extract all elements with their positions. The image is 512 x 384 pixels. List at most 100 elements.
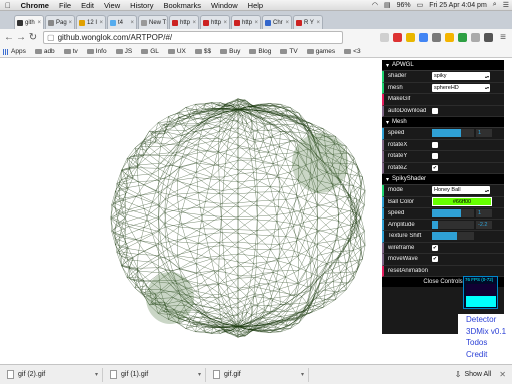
clock[interactable]: Fri 25 Apr 4:04 pm (426, 2, 490, 9)
bookmark-folder[interactable]: $$ (194, 48, 211, 55)
link-todos[interactable]: Todos (458, 337, 512, 349)
rotatey-checkbox[interactable] (432, 153, 438, 160)
close-tab-icon[interactable]: × (37, 20, 41, 26)
tab-label: Pag (56, 19, 67, 26)
menu-bookmarks[interactable]: Bookmarks (158, 1, 206, 10)
bookmark-folder[interactable]: <3 (344, 48, 361, 55)
close-tab-icon[interactable]: × (254, 20, 258, 26)
folder-spikyshader[interactable]: SpikyShader (382, 174, 504, 185)
tab-label: New T (149, 19, 167, 26)
dropdown-arrow-icon[interactable]: ▾ (301, 371, 304, 378)
extension-icon[interactable] (393, 33, 402, 42)
menu-app-name[interactable]: Chrome (16, 1, 54, 10)
tab[interactable]: t4 × (107, 15, 137, 29)
menu-icon[interactable]: ≡ (497, 32, 509, 43)
menu-history[interactable]: History (125, 1, 158, 10)
tab[interactable]: http × (200, 15, 230, 29)
makegif-button[interactable]: MakeGif (382, 94, 504, 106)
forward-arrow-icon[interactable]: → (15, 32, 27, 43)
extension-icon[interactable] (484, 33, 493, 42)
wireframe-checkbox[interactable]: ✔ (432, 244, 438, 251)
extension-icon[interactable] (406, 33, 415, 42)
bookmark-folder[interactable]: TV (280, 48, 298, 55)
extension-icon[interactable] (445, 33, 454, 42)
mesh-speed-slider[interactable] (432, 129, 474, 138)
close-tab-icon[interactable]: × (68, 20, 72, 26)
rotatex-checkbox[interactable] (432, 141, 438, 148)
bookmark-folder[interactable]: games (306, 48, 335, 55)
spotlight-search-icon[interactable]: ⌕ (490, 1, 500, 9)
extension-icon[interactable] (458, 33, 467, 42)
tab[interactable]: Chr × (262, 15, 292, 29)
download-item[interactable]: gif (1).gif ▾ (107, 367, 206, 382)
download-item[interactable]: gif.gif ▾ (210, 367, 309, 382)
show-all-downloads-button[interactable]: ⇩ Show All (455, 370, 492, 379)
autodownload-checkbox[interactable] (432, 107, 438, 114)
close-tab-icon[interactable]: × (192, 20, 196, 26)
notification-center-icon[interactable]: ☰ (500, 1, 512, 9)
movewave-checkbox[interactable]: ✔ (432, 256, 438, 263)
mesh-speed-value[interactable]: 1 (476, 129, 492, 138)
bookmark-folder[interactable]: Buy (220, 48, 240, 55)
link-3dmix[interactable]: 3DMix v0.1 (458, 326, 512, 338)
tab[interactable]: 12 I × (76, 15, 106, 29)
bookmark-folder[interactable]: GL (141, 48, 159, 55)
tab[interactable]: New T× (138, 15, 168, 29)
bookmark-folder[interactable]: UX (167, 48, 186, 55)
extension-icon[interactable] (471, 33, 480, 42)
amplitude-value[interactable]: -2.2 (476, 220, 492, 229)
back-arrow-icon[interactable]: ← (3, 32, 15, 43)
address-url[interactable]: github.wonglok.com/ARTPOP/#/ (58, 33, 173, 42)
dropdown-arrow-icon[interactable]: ▾ (95, 371, 98, 378)
menu-edit[interactable]: Edit (76, 1, 99, 10)
bookmark-folder[interactable]: JS (115, 48, 132, 55)
close-tab-icon[interactable]: × (316, 20, 320, 26)
amplitude-slider[interactable] (432, 220, 474, 229)
flag-icon[interactable]: ▤ (381, 1, 394, 9)
close-tab-icon[interactable]: × (285, 20, 289, 26)
bookmark-folder[interactable]: Blog (249, 48, 271, 55)
bookmark-folder[interactable]: adb (34, 48, 55, 55)
spiky-speed-slider[interactable] (432, 209, 474, 218)
address-bar[interactable]: ▢ github.wonglok.com/ARTPOP/#/ (43, 31, 343, 44)
folder-apwgl[interactable]: APWGL (382, 60, 504, 71)
menu-file[interactable]: File (54, 1, 76, 10)
extension-icon[interactable] (419, 33, 428, 42)
link-credit[interactable]: Credit (458, 349, 512, 361)
menu-help[interactable]: Help (243, 1, 268, 10)
spiky-speed-value[interactable]: 1 (476, 209, 492, 218)
close-downloads-icon[interactable]: ✕ (499, 370, 506, 379)
tab[interactable]: R Y × (293, 15, 323, 29)
bookmark-folder[interactable]: Info (86, 48, 107, 55)
ball-color-swatch[interactable]: #66ff00 (432, 197, 492, 207)
menu-view[interactable]: View (99, 1, 125, 10)
close-tab-icon[interactable]: × (99, 20, 103, 26)
wifi-icon[interactable]: ◠ (369, 1, 381, 9)
bookmark-apps[interactable]: Apps (3, 48, 26, 55)
tab[interactable]: http × (231, 15, 261, 29)
battery-percent[interactable]: 96% (394, 2, 414, 9)
close-tab-icon[interactable]: × (223, 20, 227, 26)
menu-window[interactable]: Window (206, 1, 243, 10)
mesh-select[interactable]: sphereHD (432, 83, 490, 92)
close-tab-icon[interactable]: × (166, 20, 167, 26)
mode-select[interactable]: Honey Ball (432, 186, 490, 195)
shader-select[interactable]: spiky (432, 72, 490, 81)
tab[interactable]: http × (169, 15, 199, 29)
reload-icon[interactable]: ↻ (27, 32, 39, 43)
folder-mesh[interactable]: Mesh (382, 117, 504, 128)
extension-icon[interactable] (380, 33, 389, 42)
download-item[interactable]: gif (2).gif ▾ (4, 367, 103, 382)
tab[interactable]: Pag × (45, 15, 75, 29)
fps-stats-panel[interactable]: 76 FPS (0-72) (463, 276, 498, 309)
link-detector[interactable]: Detector (458, 314, 512, 326)
extension-icon[interactable] (432, 33, 441, 42)
close-tab-icon[interactable]: × (130, 20, 134, 26)
tab[interactable]: gith × (14, 15, 44, 29)
bookmark-folder[interactable]: tv (63, 48, 78, 55)
rotatez-checkbox[interactable]: ✔ (432, 164, 438, 171)
battery-icon[interactable]: ▭ (414, 1, 427, 9)
dropdown-arrow-icon[interactable]: ▾ (198, 371, 201, 378)
texture-shift-slider[interactable] (432, 232, 474, 241)
apple-icon[interactable]:  (0, 1, 16, 10)
